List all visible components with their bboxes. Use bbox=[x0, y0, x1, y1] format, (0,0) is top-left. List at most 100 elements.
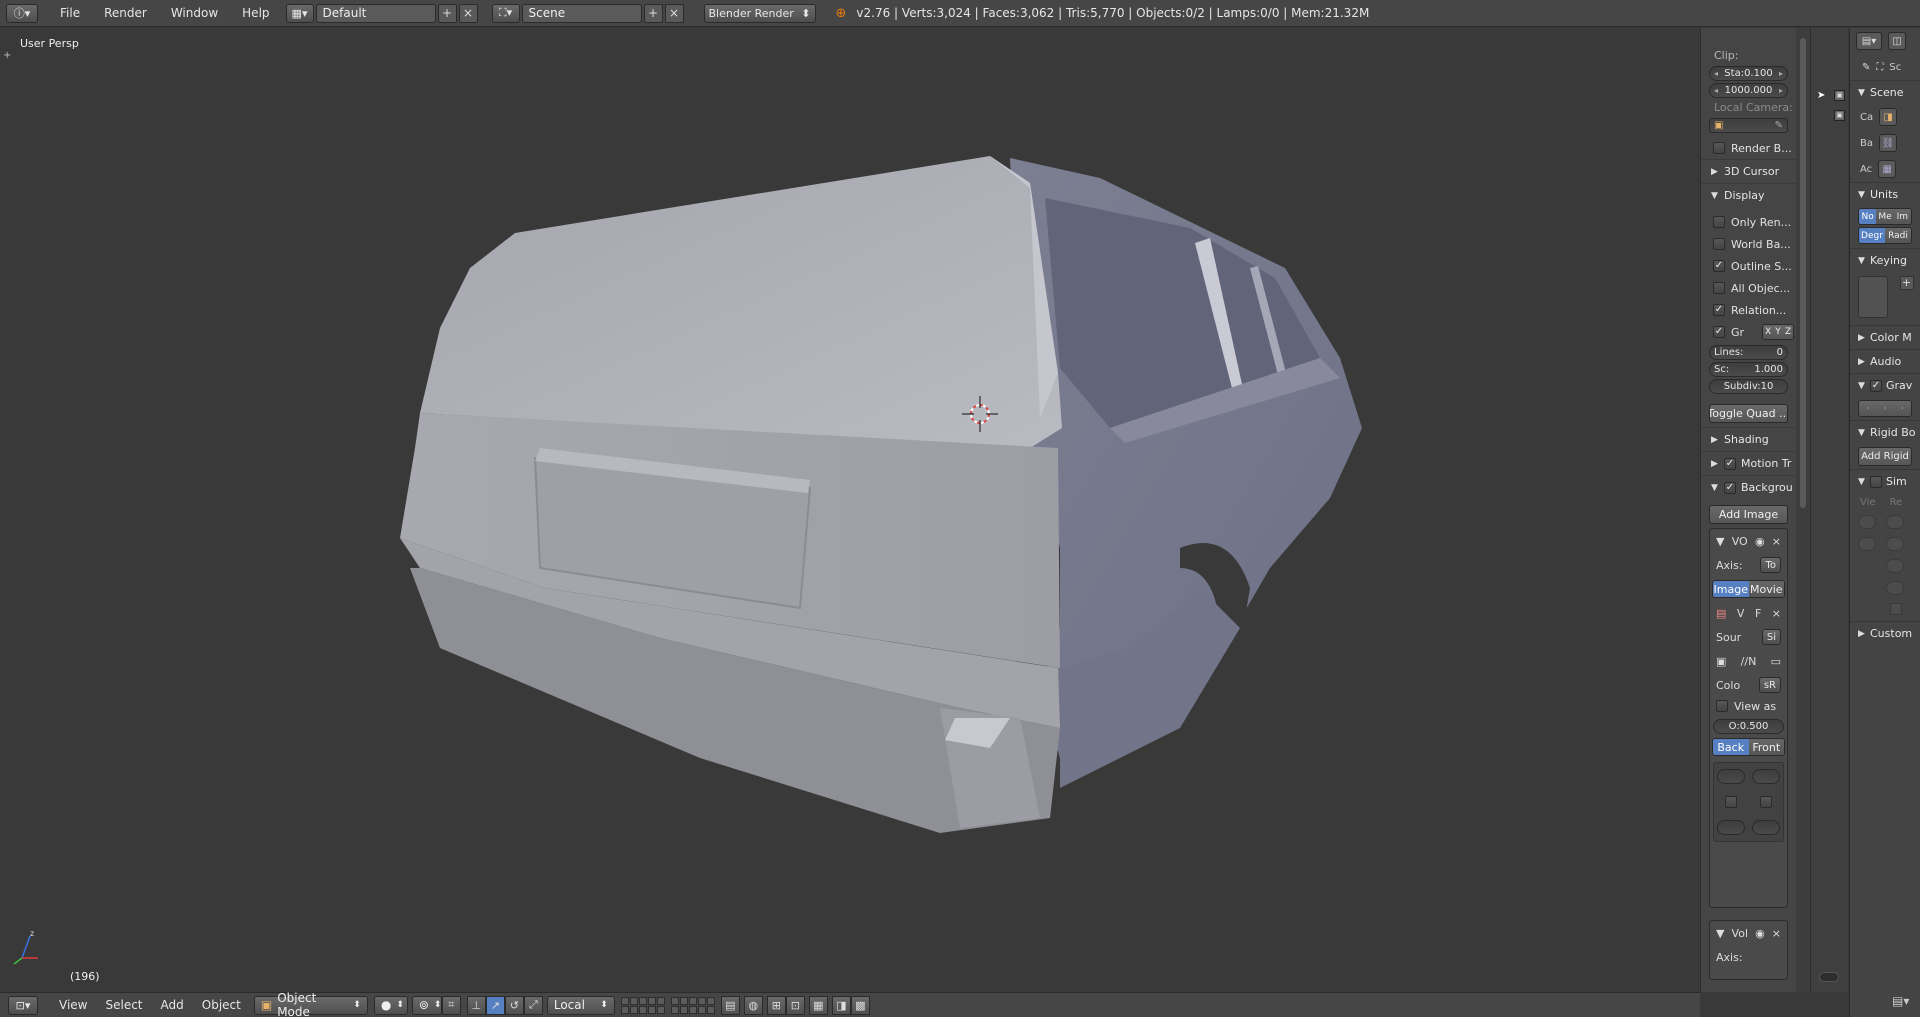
snap-icon[interactable]: ⊞ bbox=[766, 995, 786, 1015]
scene-icon[interactable]: ⛶▾ bbox=[491, 3, 520, 23]
section-audio[interactable]: ▶ Audio bbox=[1850, 349, 1920, 373]
checkbox-checked[interactable]: ✓ bbox=[1713, 326, 1725, 338]
scene-link-icon[interactable]: ⛓ bbox=[1879, 134, 1897, 152]
editor-type-icon[interactable]: ▤▾ bbox=[1856, 32, 1882, 50]
add-scene-icon[interactable]: + bbox=[643, 3, 663, 23]
checkbox[interactable] bbox=[1870, 475, 1882, 488]
viewport-shading-dropdown[interactable]: ● ⬍ bbox=[373, 995, 408, 1015]
translate-manipulator-icon[interactable]: ↗ bbox=[485, 995, 505, 1015]
transform-orientation-dropdown[interactable]: Local ⬍ bbox=[546, 995, 615, 1015]
tab-front[interactable]: Front bbox=[1748, 739, 1784, 755]
gravity-z-field[interactable]: · bbox=[1893, 401, 1911, 416]
grid-axis-y[interactable]: Y bbox=[1773, 325, 1784, 339]
checkbox-checked[interactable]: ✓ bbox=[1724, 457, 1736, 470]
simplify-field[interactable] bbox=[1886, 515, 1904, 529]
3d-viewport[interactable]: + User Persp z (196) bbox=[0, 28, 1700, 992]
interaction-mode-dropdown[interactable]: ▣ Object Mode ⬍ bbox=[253, 991, 368, 1017]
remove-scene-icon[interactable]: × bbox=[664, 3, 684, 23]
tab-movie[interactable]: Movie bbox=[1748, 581, 1784, 597]
shelf-scrollbar[interactable] bbox=[1796, 28, 1810, 992]
render-tab-icon[interactable]: ◫ bbox=[1888, 32, 1906, 50]
section-simplify[interactable]: ▼ Sim bbox=[1850, 469, 1920, 493]
lock-layers-icon[interactable]: ▤ bbox=[720, 995, 740, 1015]
menu-render[interactable]: Render bbox=[92, 0, 159, 27]
offset-y-field[interactable] bbox=[1751, 769, 1780, 784]
tab-units-none[interactable]: No bbox=[1859, 209, 1877, 224]
manipulate-center-icon[interactable]: ⌗ bbox=[441, 995, 461, 1015]
keying-set-list[interactable] bbox=[1858, 276, 1888, 318]
view-as-option[interactable]: View as bbox=[1710, 697, 1787, 715]
image-datablock-row[interactable]: ▤ V F × bbox=[1710, 601, 1787, 625]
render-engine-dropdown[interactable]: Blender Render ⬍ bbox=[703, 3, 816, 23]
close-icon[interactable]: × bbox=[1772, 607, 1781, 620]
suv-mesh[interactable] bbox=[0, 28, 1700, 992]
outliner-strip[interactable]: ▣ ▣ ➤ bbox=[1810, 28, 1848, 992]
flip-y-checkbox[interactable] bbox=[1759, 796, 1772, 808]
layers-group-1[interactable] bbox=[620, 996, 665, 1014]
simplify-field[interactable] bbox=[1886, 559, 1904, 573]
toggle-quad-view-button[interactable]: Toggle Quad ... bbox=[1709, 404, 1788, 423]
checkbox-checked[interactable]: ✓ bbox=[1724, 481, 1736, 494]
outliner-restrict-icon[interactable]: ▣ bbox=[1834, 90, 1845, 101]
opengl-render-icon[interactable]: ◨ bbox=[831, 995, 851, 1015]
section-rigid-body-world[interactable]: ▼ Rigid Bo bbox=[1850, 420, 1920, 444]
section-color-management[interactable]: ▶ Color M bbox=[1850, 325, 1920, 349]
editor-type-3d-icon[interactable]: ⊡▾ bbox=[8, 995, 38, 1015]
pin-icon[interactable]: ✎ bbox=[1862, 62, 1870, 73]
grid-subdiv-field[interactable]: Subdiv:10 bbox=[1709, 379, 1788, 394]
checkbox-checked[interactable]: ✓ bbox=[1713, 260, 1725, 272]
pivot-point-dropdown[interactable]: ⊚ ⬍ bbox=[411, 995, 442, 1015]
manipulator-toggle-icon[interactable]: ⊥ bbox=[466, 995, 486, 1015]
proportional-edit-icon[interactable]: ▦ bbox=[808, 995, 828, 1015]
folder-icon[interactable]: ▭ bbox=[1771, 655, 1781, 668]
menu-help[interactable]: Help bbox=[230, 0, 281, 27]
menu-view[interactable]: View bbox=[50, 998, 96, 1012]
flip-x-checkbox[interactable] bbox=[1725, 796, 1738, 808]
rotation-field[interactable] bbox=[1717, 820, 1746, 835]
menu-add[interactable]: Add bbox=[152, 998, 193, 1012]
clip-icon[interactable]: ▦ bbox=[1878, 160, 1897, 178]
properties-corner-icon[interactable]: ▤▾ bbox=[1892, 994, 1909, 1008]
menu-select[interactable]: Select bbox=[96, 998, 151, 1012]
source-dropdown[interactable]: Si bbox=[1761, 629, 1781, 645]
section-shading[interactable]: ▶ Shading bbox=[1701, 427, 1796, 451]
checkbox-checked[interactable]: ✓ bbox=[1870, 379, 1882, 392]
remove-screen-icon[interactable]: × bbox=[458, 3, 478, 23]
checkbox-checked[interactable]: ✓ bbox=[1713, 304, 1725, 316]
tab-radians[interactable]: Radi bbox=[1885, 228, 1911, 243]
opacity-field[interactable]: O:0.500 bbox=[1713, 719, 1784, 734]
grid-axis-z[interactable]: Z bbox=[1783, 325, 1794, 339]
eye-icon[interactable]: ◉ bbox=[1755, 535, 1765, 548]
outliner-scroll-icon[interactable] bbox=[1819, 972, 1839, 982]
add-keying-set-icon[interactable]: + bbox=[1899, 276, 1914, 290]
editor-type-button[interactable]: ⓘ▾ bbox=[6, 3, 38, 23]
close-icon[interactable]: × bbox=[1772, 535, 1781, 548]
offset-x-field[interactable] bbox=[1717, 769, 1746, 784]
color-space-dropdown[interactable]: sR bbox=[1758, 677, 1781, 693]
section-units[interactable]: ▼ Units bbox=[1850, 182, 1920, 206]
checkbox[interactable] bbox=[1713, 216, 1725, 228]
menu-file[interactable]: File bbox=[48, 0, 92, 27]
checkbox[interactable] bbox=[1713, 238, 1725, 250]
display-option[interactable]: World Ba... bbox=[1701, 233, 1796, 255]
display-option[interactable]: ✓ Outline S... bbox=[1701, 255, 1796, 277]
outliner-restrict-icon-2[interactable]: ▣ bbox=[1834, 110, 1845, 121]
clip-end-field[interactable]: ◂ 1000.000 ▸ bbox=[1709, 83, 1788, 98]
menu-object[interactable]: Object bbox=[193, 998, 250, 1012]
render-border-checkbox[interactable] bbox=[1713, 142, 1725, 154]
grid-lines-field[interactable]: Lines: 0 bbox=[1709, 345, 1788, 360]
menu-window[interactable]: Window bbox=[159, 0, 230, 27]
section-display[interactable]: ▼ Display bbox=[1701, 183, 1796, 207]
grid-scale-field[interactable]: Sc: 1.000 bbox=[1709, 362, 1788, 377]
grid-option[interactable]: ✓ Gr X Y Z bbox=[1701, 321, 1796, 343]
section-gravity[interactable]: ▼ ✓ Grav bbox=[1850, 373, 1920, 397]
snap-element-icon[interactable]: ⊡ bbox=[785, 995, 805, 1015]
simplify-checkbox[interactable] bbox=[1890, 603, 1902, 615]
render-layer-icon[interactable]: ◍ bbox=[743, 995, 763, 1015]
section-background-images[interactable]: ▼ ✓ Backgrou bbox=[1701, 475, 1796, 499]
add-image-button[interactable]: Add Image bbox=[1709, 505, 1788, 524]
screen-layout-field[interactable]: Default bbox=[315, 3, 436, 23]
add-screen-icon[interactable]: + bbox=[437, 3, 457, 23]
tab-units-imperial[interactable]: Im bbox=[1893, 209, 1911, 224]
tab-units-metric[interactable]: Me bbox=[1876, 209, 1894, 224]
